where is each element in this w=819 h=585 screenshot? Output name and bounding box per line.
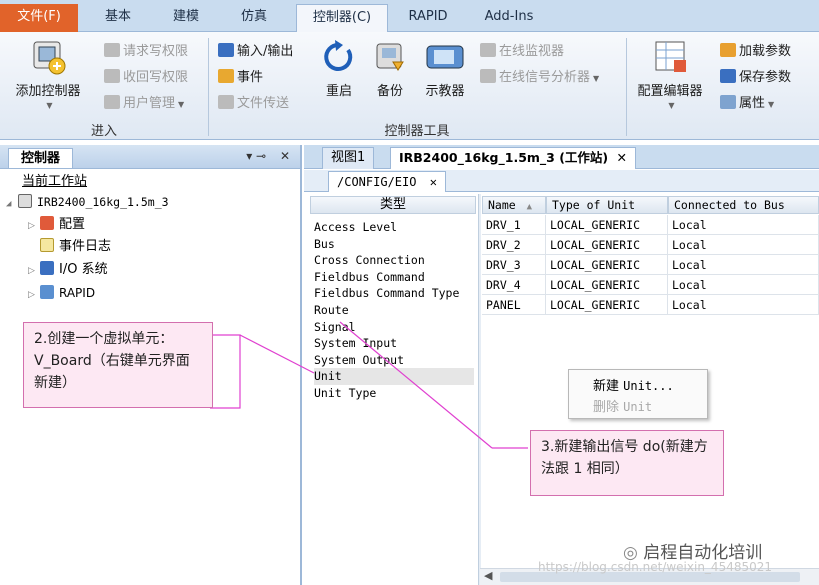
- watermark-url: https://blog.csdn.net/weixin_45485021: [538, 560, 773, 574]
- annotation-note-2: 3.新建输出信号 do(新建方法跟 1 相同）: [530, 430, 724, 496]
- annotation-note-1: 2.创建一个虚拟单元：V_Board（右键单元界面新建）: [23, 322, 213, 408]
- annotation-arrow-1: [210, 334, 241, 409]
- annotation-arrows: [210, 321, 528, 449]
- annotation-arrow-2-pointer: [339, 321, 493, 449]
- annotation-arrow-1-pointer: [239, 334, 315, 374]
